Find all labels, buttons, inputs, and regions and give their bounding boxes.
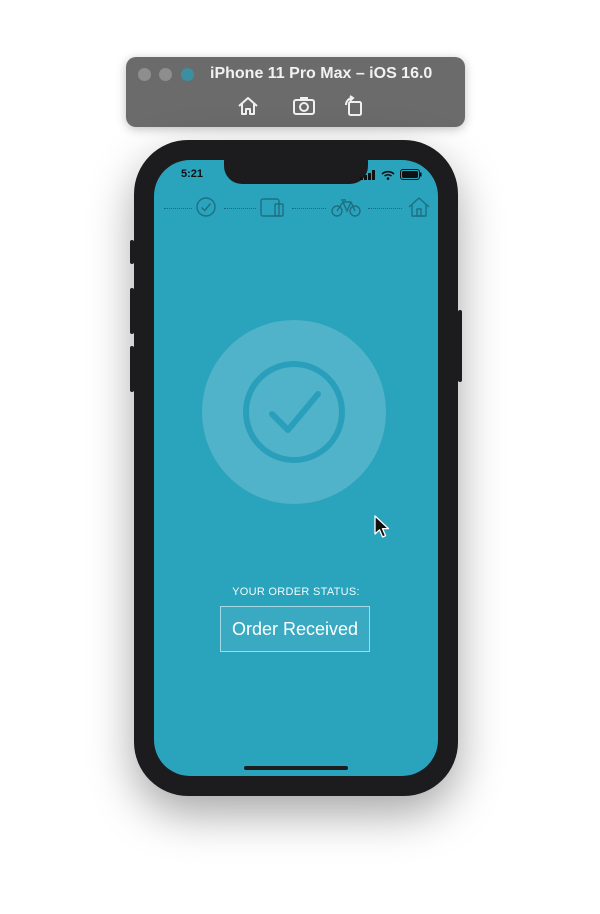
simulator-title: iPhone 11 Pro Max – iOS 16.0 bbox=[210, 65, 433, 82]
home-indicator[interactable] bbox=[244, 766, 348, 770]
mute-switch bbox=[130, 240, 134, 264]
order-status-label: YOUR ORDER STATUS: bbox=[232, 586, 360, 598]
progress-connector bbox=[368, 208, 402, 209]
mouse-cursor-icon bbox=[374, 515, 390, 538]
order-bag-icon bbox=[260, 198, 284, 217]
simulator-titlebar: iPhone 11 Pro Max – iOS 16.0 bbox=[126, 57, 465, 127]
house-icon bbox=[408, 197, 430, 217]
zoom-window-button[interactable] bbox=[181, 68, 194, 81]
notch bbox=[224, 160, 368, 184]
progress-connector bbox=[292, 208, 326, 209]
rotate-icon[interactable] bbox=[342, 95, 366, 117]
volume-down-button bbox=[130, 346, 134, 392]
order-status-value[interactable]: Order Received bbox=[220, 606, 370, 652]
order-progress-tracker bbox=[154, 195, 438, 221]
battery-icon bbox=[400, 169, 422, 180]
close-window-button[interactable] bbox=[138, 68, 151, 81]
signal-icon bbox=[360, 169, 375, 180]
wifi-icon bbox=[381, 170, 395, 180]
volume-up-button bbox=[130, 288, 134, 334]
app-screen: 5:21 YOUR ORDER STATUS: Order Received bbox=[154, 160, 438, 776]
progress-connector bbox=[224, 208, 256, 209]
status-icons bbox=[360, 169, 422, 180]
check-icon bbox=[196, 197, 216, 217]
screenshot-icon[interactable] bbox=[292, 95, 316, 117]
home-icon[interactable] bbox=[236, 95, 260, 117]
bike-icon bbox=[331, 199, 361, 217]
progress-connector bbox=[164, 208, 192, 209]
minimize-window-button[interactable] bbox=[159, 68, 172, 81]
power-button bbox=[458, 310, 462, 382]
order-received-check-icon bbox=[243, 361, 345, 463]
status-time: 5:21 bbox=[181, 168, 204, 180]
